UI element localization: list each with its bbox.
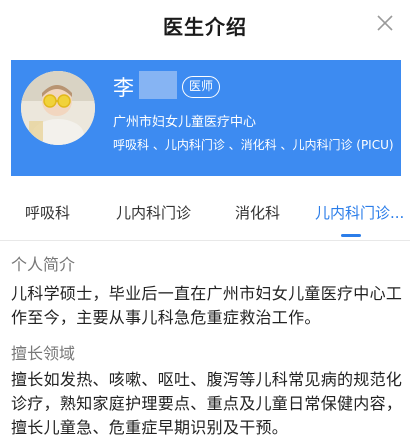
tab-pediatric-clinic-picu[interactable]: 儿内科门诊...: [315, 202, 404, 223]
doctor-name: 李: [113, 76, 134, 100]
profile-title: 个人简介: [11, 255, 76, 274]
doctor-intro-page: 医生介绍 李 医师 广州市妇女儿童医疗中心 呼吸科 、儿内科门诊 、消化科 、儿…: [0, 0, 410, 436]
close-button[interactable]: [370, 8, 400, 38]
hospital-name: 广州市妇女儿童医疗中心: [113, 115, 257, 130]
tab-gastroenterology[interactable]: 消化科: [235, 202, 280, 223]
header-bar: 医生介绍: [0, 0, 410, 50]
name-redaction: [139, 71, 177, 99]
close-icon: [377, 15, 393, 31]
tabs-divider: [0, 240, 410, 241]
expertise-title: 擅长领域: [11, 344, 76, 363]
role-badge: 医师: [182, 76, 221, 98]
avatar: [21, 71, 95, 145]
tab-pediatric-clinic[interactable]: 儿内科门诊: [116, 202, 191, 223]
department-list: 呼吸科 、儿内科门诊 、消化科 、儿内科门诊 (PICU): [113, 138, 394, 152]
tab-respiratory[interactable]: 呼吸科: [25, 202, 70, 223]
profile-text: 儿科学硕士，毕业后一直在广州市妇女儿童医疗中心工作至今，主要从事儿科急危重症救治…: [11, 284, 403, 327]
page-title: 医生介绍: [163, 14, 247, 39]
active-tab-indicator: [341, 234, 361, 237]
doctor-card: 李 医师 广州市妇女儿童医疗中心 呼吸科 、儿内科门诊 、消化科 、儿内科门诊 …: [11, 60, 401, 176]
expertise-text: 擅长如发热、咳嗽、呕吐、腹泻等儿科常见病的规范化诊疗，熟知家庭护理要点、重点及儿…: [11, 370, 403, 436]
department-tabs: 呼吸科 儿内科门诊 消化科 儿内科门诊...: [0, 192, 410, 240]
